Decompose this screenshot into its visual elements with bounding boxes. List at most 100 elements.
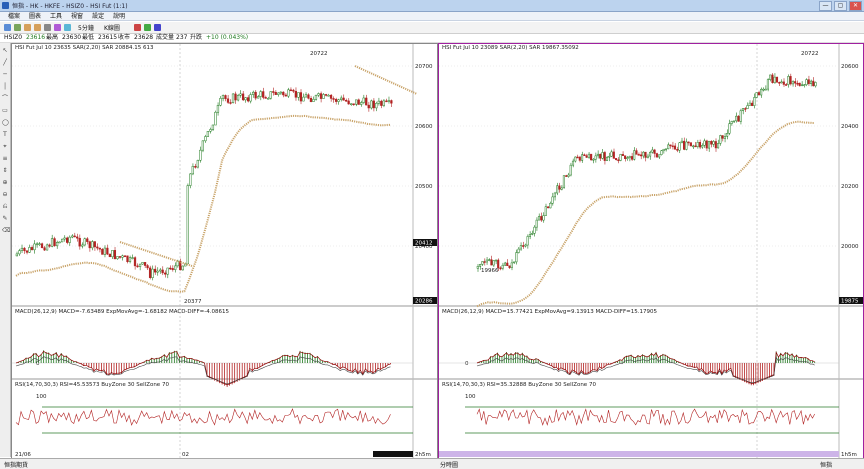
candle-body <box>143 262 147 266</box>
candle-body <box>626 157 629 159</box>
candle-body <box>630 156 633 160</box>
menu-window[interactable]: 視窗 <box>71 12 83 20</box>
zoom-out-icon[interactable] <box>34 24 41 31</box>
macd-header: MACD(26,12,9) MACD=15.77421 ExpMovAvg=9.… <box>442 309 657 315</box>
candle-body <box>571 160 575 166</box>
menu-file[interactable]: 檔案 <box>8 12 20 20</box>
draw-tool-icon[interactable]: ╱ <box>2 59 8 66</box>
rsi-top-label: 100 <box>465 394 476 400</box>
draw-line-icon[interactable] <box>54 24 61 31</box>
draw-tool-icon[interactable]: ⌒ <box>2 95 8 102</box>
candle-body <box>519 245 522 250</box>
candle-body <box>809 80 813 84</box>
candle-body <box>639 154 643 157</box>
candle-body <box>166 267 169 275</box>
price-tick-label: 20700 <box>415 64 433 70</box>
candle-body <box>324 94 328 96</box>
candle-body <box>678 142 681 151</box>
candle-body <box>696 142 699 147</box>
macd-header: MACD(26,12,9) MACD=-7.63489 ExpMovAvg=-1… <box>15 309 229 315</box>
compare-icon[interactable] <box>144 24 151 31</box>
candle-body <box>71 235 74 238</box>
candle-body <box>138 263 142 267</box>
candle-body <box>236 95 240 101</box>
candle-body <box>319 93 323 99</box>
layout-icon[interactable] <box>154 24 161 31</box>
draw-tool-icon[interactable]: ⌫ <box>2 227 10 234</box>
chart-type-selector[interactable]: K線圖 <box>104 23 120 32</box>
candle-body <box>76 236 79 239</box>
scrollbar <box>373 451 413 457</box>
left-chart-panel[interactable]: HSI Fut Jul 10 23635 SAR(2,20) SAR 20884… <box>11 43 438 459</box>
period-selector[interactable]: 5分鐘 <box>78 23 94 32</box>
draw-tool-icon[interactable]: ⌖ <box>2 143 8 150</box>
print-icon[interactable] <box>14 24 21 31</box>
draw-tool-icon[interactable]: ▭ <box>2 107 8 114</box>
candle-body <box>360 102 363 105</box>
save-icon[interactable] <box>4 24 11 31</box>
candle-body <box>547 206 550 209</box>
candle-body <box>126 255 129 262</box>
candle-body <box>249 94 252 102</box>
candle-body <box>146 265 149 269</box>
menu-chart[interactable]: 圖表 <box>29 12 41 20</box>
sar-line <box>354 65 418 95</box>
candle-body <box>739 110 742 122</box>
menu-settings[interactable]: 設定 <box>92 12 104 20</box>
candle-body <box>619 154 622 161</box>
candle-body <box>317 93 320 96</box>
candle-body <box>479 264 482 267</box>
candle-body <box>339 97 343 101</box>
candle-body <box>45 244 49 251</box>
maximize-button[interactable]: ▢ <box>834 1 847 11</box>
bottom-price-badge-label: 20286 <box>415 299 433 305</box>
candle-body <box>15 253 19 257</box>
draw-tool-icon[interactable]: ◯ <box>2 119 9 126</box>
candle-body <box>35 243 39 246</box>
draw-tool-icon[interactable]: ✎ <box>2 215 8 222</box>
candle-body <box>174 265 177 270</box>
candle-body <box>787 76 790 85</box>
candle-body <box>284 94 287 97</box>
candle-body <box>719 135 722 144</box>
draw-tool-icon[interactable]: ⊕ <box>2 179 8 186</box>
draw-tool-icon[interactable]: T <box>2 131 8 138</box>
draw-tool-icon[interactable]: ≡ <box>2 155 8 162</box>
candle-body <box>244 97 247 101</box>
minimize-button[interactable]: — <box>819 1 832 11</box>
menu-tools[interactable]: 工具 <box>50 12 62 20</box>
menu-help[interactable]: 說明 <box>113 12 125 20</box>
candle-body <box>755 92 758 98</box>
draw-tool-icon[interactable]: ─ <box>2 71 8 78</box>
candle-body <box>362 97 365 103</box>
crosshair-icon[interactable] <box>44 24 51 31</box>
candle-body <box>279 91 282 94</box>
candle-body <box>199 149 202 161</box>
draw-tool-icon[interactable]: ↖ <box>2 47 8 54</box>
candle-body <box>161 269 164 274</box>
zoom-in-icon[interactable] <box>24 24 31 31</box>
indicator-icon[interactable] <box>134 24 141 31</box>
candle-body <box>269 91 272 99</box>
candle-body <box>673 145 677 150</box>
draw-tool-icon[interactable]: ⇕ <box>2 167 8 174</box>
candle-body <box>669 144 672 147</box>
candle-body <box>128 257 132 262</box>
price-tick-label: 20600 <box>415 124 433 130</box>
sar-line <box>119 241 193 267</box>
candle-body <box>728 123 731 134</box>
right-chart-panel[interactable]: HSI Fut Jul 10 23089 SAR(2,20) SAR 19867… <box>438 43 864 459</box>
candle-body <box>488 259 491 261</box>
window-title: 恒指 - HK - HKFE - HSIZ0 - HSI Fut (1:1) <box>12 3 128 10</box>
candle-body <box>544 206 547 216</box>
period-icon[interactable] <box>64 24 71 31</box>
rsi-line <box>476 408 815 426</box>
candle-body <box>583 154 586 156</box>
draw-tool-icon[interactable]: │ <box>2 83 8 90</box>
draw-tool-icon[interactable]: ⊖ <box>2 191 8 198</box>
draw-tool-icon[interactable]: ⎌ <box>2 203 8 210</box>
candle-body <box>662 148 665 151</box>
candle-body <box>55 241 59 247</box>
close-button[interactable]: ✕ <box>849 1 862 11</box>
candle-body <box>312 99 315 102</box>
